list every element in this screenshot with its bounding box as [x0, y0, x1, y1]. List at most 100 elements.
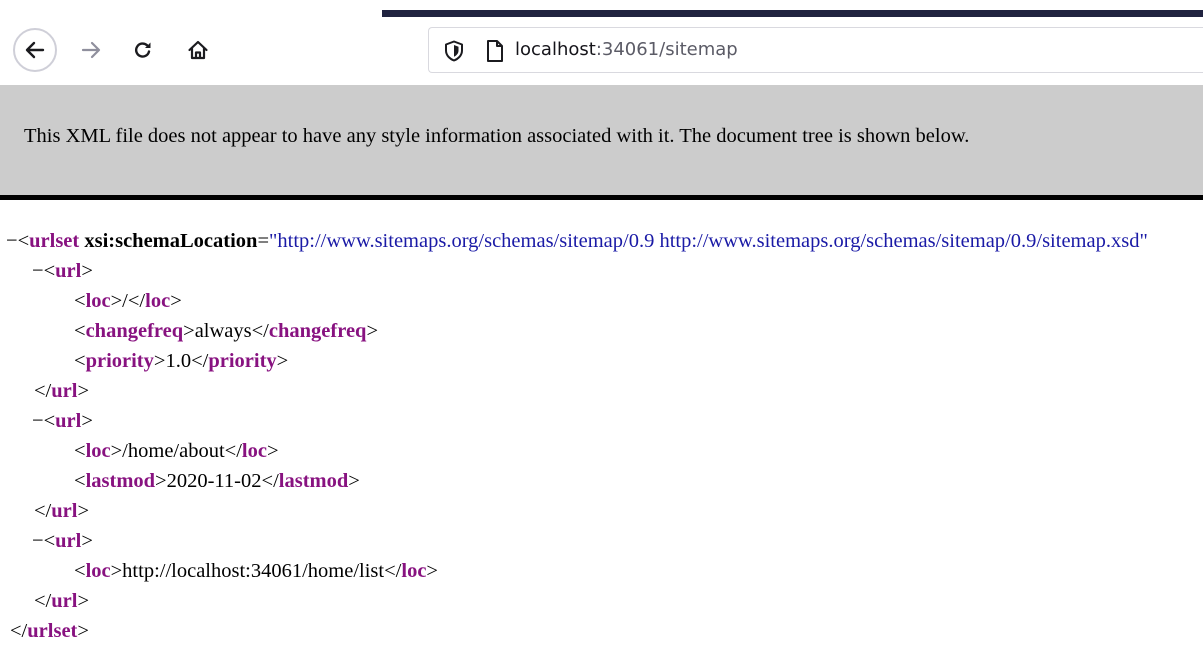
- bracket: >: [266, 440, 279, 462]
- xml-element-line: <changefreq>always</changefreq>: [74, 316, 378, 346]
- bracket: >: [81, 260, 93, 282]
- url-close-line: </url>: [34, 496, 89, 526]
- collapse-toggle[interactable]: −: [6, 230, 18, 252]
- xml-element-line: <lastmod>2020-11-02</lastmod>: [74, 466, 360, 496]
- bracket: >: [81, 410, 93, 432]
- bracket: <: [43, 410, 56, 432]
- bracket: </: [261, 470, 279, 492]
- url-open-line: −<url>: [32, 526, 93, 556]
- bracket: <: [43, 260, 56, 282]
- element-value: /home/about: [122, 440, 225, 462]
- bracket: </: [10, 620, 28, 642]
- element-value: 1.0: [165, 350, 192, 372]
- bracket: <: [17, 230, 30, 252]
- bracket: >: [110, 440, 123, 462]
- bracket: >: [77, 590, 90, 612]
- collapse-toggle[interactable]: −: [32, 260, 44, 282]
- bracket: >: [77, 620, 89, 642]
- bracket: >: [170, 290, 182, 312]
- xml-style-notice: This XML file does not appear to have an…: [0, 85, 1203, 200]
- tag-name: priority: [85, 350, 154, 372]
- address-bar[interactable]: localhost:34061/sitemap: [428, 27, 1203, 73]
- shield-icon[interactable]: [444, 40, 464, 62]
- reload-button[interactable]: [127, 30, 159, 70]
- tag-name: loc: [145, 290, 171, 312]
- bracket: </: [34, 380, 52, 402]
- tag-name: lastmod: [85, 470, 156, 492]
- back-arrow-icon: [25, 41, 45, 59]
- collapse-toggle[interactable]: −: [32, 410, 44, 432]
- element-value: 2020-11-02: [166, 470, 262, 492]
- tag-name: url: [51, 500, 78, 522]
- bracket: >: [155, 470, 167, 492]
- tag-name: loc: [85, 560, 111, 582]
- browser-toolbar: localhost:34061/sitemap: [0, 17, 1203, 85]
- url-close-line: </url>: [34, 586, 89, 616]
- tag-name: priority: [208, 350, 277, 372]
- tag-name: lastmod: [278, 470, 349, 492]
- forward-button[interactable]: [75, 30, 107, 70]
- bracket: >: [77, 500, 90, 522]
- urlset-open-line: −<urlset xsi:schemaLocation="http://www.…: [6, 226, 1148, 256]
- bracket: >: [110, 290, 123, 312]
- window-title-strip: [382, 10, 1203, 17]
- tag-name: url: [55, 530, 82, 552]
- bracket: </: [34, 590, 52, 612]
- reload-icon: [134, 42, 151, 58]
- tag-name: loc: [85, 440, 111, 462]
- bracket: </: [251, 320, 269, 342]
- bracket: </: [34, 500, 52, 522]
- collapse-toggle[interactable]: −: [32, 530, 44, 552]
- bracket: </: [191, 350, 209, 372]
- url-open-line: −<url>: [32, 406, 93, 436]
- bracket: >: [183, 320, 195, 342]
- bracket: >: [348, 470, 360, 492]
- bracket: >: [110, 560, 123, 582]
- bracket: <: [74, 290, 86, 312]
- bracket: >: [276, 350, 289, 372]
- attribute-name: xsi:schemaLocation: [84, 230, 258, 252]
- url-close-line: </url>: [34, 376, 89, 406]
- home-button[interactable]: [181, 30, 215, 70]
- element-value: always: [194, 320, 252, 342]
- tag-name: url: [55, 260, 82, 282]
- bracket: <: [74, 320, 86, 342]
- xml-element-line: <loc>/home/about</loc>: [74, 436, 279, 466]
- tag-name: url: [51, 590, 78, 612]
- bracket: </: [224, 440, 242, 462]
- url-text[interactable]: localhost:34061/sitemap: [515, 28, 738, 72]
- tag-name: urlset: [29, 230, 80, 252]
- tag-name: urlset: [27, 620, 78, 642]
- tag-name: loc: [241, 440, 267, 462]
- bracket: </: [384, 560, 402, 582]
- tag-name: url: [51, 380, 78, 402]
- xml-element-line: <loc>http://localhost:34061/home/list</l…: [74, 556, 438, 586]
- bracket: >: [366, 320, 379, 342]
- xml-element-line: <priority>1.0</priority>: [74, 346, 288, 376]
- forward-arrow-icon: [81, 41, 101, 59]
- page-icon[interactable]: [485, 39, 505, 63]
- bracket: >: [77, 380, 90, 402]
- bracket: >: [153, 350, 166, 372]
- bracket: <: [74, 470, 86, 492]
- back-button[interactable]: [13, 28, 57, 72]
- bracket: </: [127, 290, 146, 312]
- element-value: http://localhost:34061/home/list: [122, 560, 385, 582]
- url-path: :34061/sitemap: [595, 39, 738, 60]
- url-host: localhost: [515, 39, 596, 60]
- attribute-value: "http://www.sitemaps.org/schemas/sitemap…: [269, 230, 1148, 252]
- xml-element-line: <loc>/</loc>: [74, 286, 182, 316]
- notice-text: This XML file does not appear to have an…: [24, 125, 970, 147]
- equals: =: [257, 230, 270, 252]
- bracket: >: [426, 560, 438, 582]
- tag-name: changefreq: [268, 320, 367, 342]
- urlset-close-line: </urlset>: [10, 616, 89, 646]
- bracket: >: [81, 530, 93, 552]
- bracket: <: [74, 350, 86, 372]
- tag-name: loc: [401, 560, 427, 582]
- bracket: <: [74, 560, 86, 582]
- tag-name: url: [55, 410, 82, 432]
- tag-name: changefreq: [85, 320, 184, 342]
- home-icon: [188, 40, 208, 60]
- bracket: <: [43, 530, 56, 552]
